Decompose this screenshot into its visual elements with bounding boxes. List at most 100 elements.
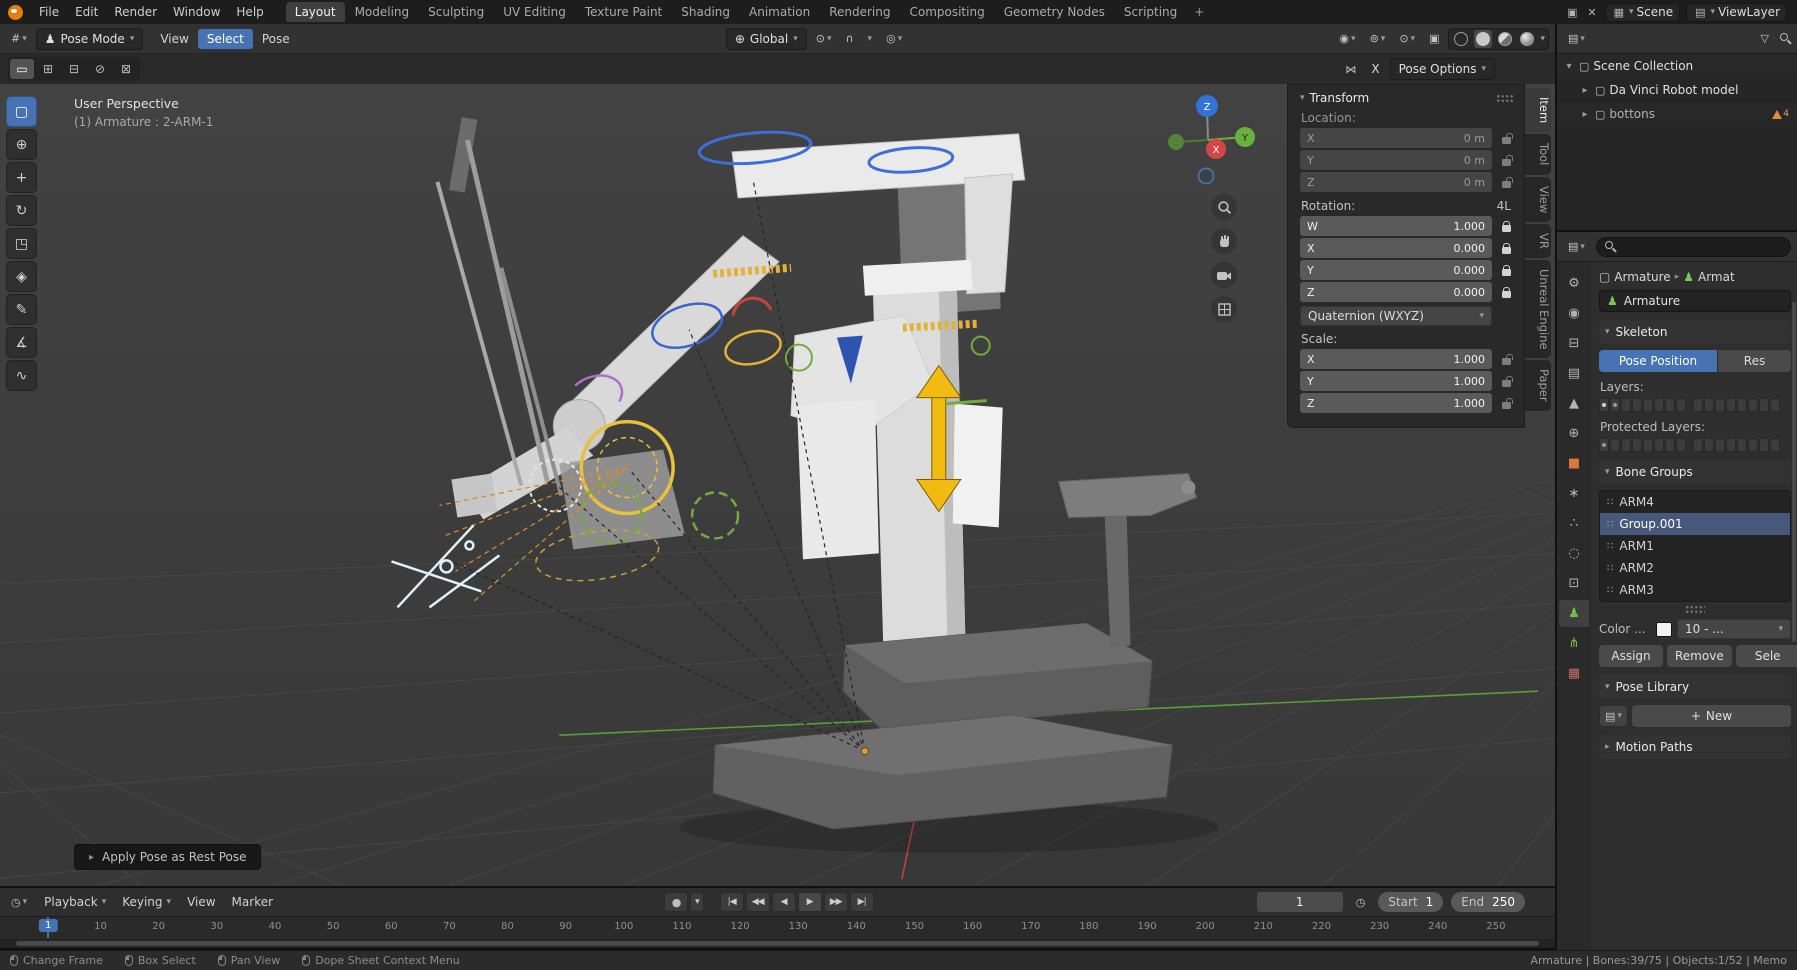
color-swatch[interactable] — [1656, 621, 1672, 637]
layer-cell[interactable] — [1610, 398, 1620, 412]
workspace-tab-sculpting[interactable]: Sculpting — [419, 2, 493, 22]
rotate-tool-icon[interactable]: ↻ — [6, 195, 37, 226]
layer-cell[interactable] — [1715, 398, 1725, 412]
properties-tab-object-icon[interactable]: ■ — [1559, 450, 1589, 477]
workspace-tab-geometry-nodes[interactable]: Geometry Nodes — [995, 2, 1114, 22]
sidebar-tab-paper[interactable]: Paper — [1525, 360, 1551, 411]
pan-hand-icon[interactable] — [1211, 228, 1237, 254]
properties-tab-constraints-icon[interactable]: ⊡ — [1559, 570, 1589, 597]
layer-cell[interactable] — [1726, 438, 1736, 452]
view-layer-selector[interactable]: ▤ ▾ ViewLayer — [1686, 2, 1787, 22]
list-resize-grip[interactable] — [1685, 605, 1705, 613]
viewport-menu-select[interactable]: Select — [197, 28, 253, 49]
toggle-projection-icon[interactable] — [1211, 296, 1237, 322]
rotation-w-field[interactable]: W 1.000 — [1300, 216, 1492, 236]
pose-library-browse-button[interactable]: ▤ ▾ — [1599, 705, 1628, 727]
close-icon[interactable]: ✕ — [1585, 5, 1598, 20]
lock-icon[interactable] — [1498, 220, 1514, 232]
camera-view-icon[interactable] — [1211, 262, 1237, 288]
timeline-scrollbar[interactable] — [0, 939, 1555, 948]
layer-cell[interactable] — [1770, 398, 1780, 412]
rotation-z-field[interactable]: Z 0.000 — [1300, 282, 1492, 302]
menu-edit[interactable]: Edit — [67, 3, 106, 21]
add-workspace-button[interactable]: + — [1187, 2, 1211, 22]
xray-toggle[interactable]: ▣ — [1424, 30, 1444, 47]
outliner-display-mode-button[interactable]: ▤ ▾ — [1563, 30, 1590, 47]
scale-x-field[interactable]: X 1.000 — [1300, 349, 1492, 369]
workspace-tab-layout[interactable]: Layout — [285, 2, 345, 22]
outliner-item[interactable]: ▸ ▢ Da Vinci Robot model — [1557, 78, 1797, 102]
current-frame-field[interactable]: 1 — [1256, 892, 1343, 912]
layer-cell[interactable] — [1643, 398, 1653, 412]
pose-position-button[interactable]: Pose Position — [1599, 350, 1717, 372]
bone-group-item[interactable]: ∷ ARM4 — [1600, 491, 1790, 513]
timeline-ruler[interactable]: 1 10 20 30 40 50 60 70 80 90 100 110 120 130 140 150 160… — [0, 916, 1555, 948]
show-overlays-button[interactable]: ⊙ ▾ — [1394, 30, 1420, 47]
lock-icon[interactable] — [1498, 264, 1514, 276]
breadcrumb-data[interactable]: Armat — [1698, 270, 1735, 284]
menu-window[interactable]: Window — [165, 3, 228, 21]
layer-cell[interactable] — [1715, 438, 1725, 452]
sidebar-tab-tool[interactable]: Tool — [1525, 134, 1551, 175]
workspace-tab-rendering[interactable]: Rendering — [820, 2, 899, 22]
search-icon[interactable] — [1780, 33, 1791, 44]
bone-group-item[interactable]: ∷ ARM2 — [1600, 557, 1790, 579]
select-box-tool-icon[interactable]: ▢ — [6, 96, 37, 127]
mirror-x-icon[interactable]: ⋈ — [1340, 61, 1361, 78]
start-frame-field[interactable]: Start 1 — [1378, 892, 1444, 912]
workspace-tab-animation[interactable]: Animation — [740, 2, 819, 22]
location-x-field[interactable]: X0 m — [1300, 128, 1492, 148]
viewport-menu-pose[interactable]: Pose — [253, 29, 299, 49]
cursor-tool-icon[interactable]: ⊕ — [6, 129, 37, 160]
lock-icon[interactable] — [1498, 177, 1514, 188]
play-button[interactable]: ▶ — [797, 892, 822, 912]
layer-cell[interactable] — [1621, 438, 1631, 452]
layer-cell[interactable] — [1704, 398, 1714, 412]
expand-icon[interactable]: ▸ — [1579, 109, 1591, 120]
layer-cell[interactable] — [1770, 438, 1780, 452]
timeline-menu-marker[interactable]: Marker — [224, 892, 281, 912]
lock-icon[interactable] — [1498, 155, 1514, 166]
color-set-dropdown[interactable]: 10 - ... ▾ — [1677, 619, 1791, 639]
mode-selector[interactable]: ♟ Pose Mode ▾ — [35, 27, 144, 50]
properties-tab-physics-icon[interactable]: ◌ — [1559, 540, 1589, 567]
rotation-y-field[interactable]: Y 0.000 — [1300, 260, 1492, 280]
select-mode-subtract-icon[interactable]: ⊟ — [62, 59, 86, 79]
properties-search-field[interactable] — [1595, 236, 1791, 257]
layer-cell[interactable] — [1632, 398, 1642, 412]
zoom-icon[interactable] — [1211, 194, 1237, 220]
layer-cell[interactable] — [1654, 438, 1664, 452]
annotate-tool-icon[interactable]: ✎ — [6, 294, 37, 325]
timeline-menu-playback[interactable]: Playback ▾ — [36, 892, 114, 912]
preview-range-icon[interactable]: ◷ — [1351, 894, 1371, 911]
show-visibility-button[interactable]: ◉ ▾ — [1334, 30, 1360, 47]
workspace-tab-uv-editing[interactable]: UV Editing — [494, 2, 575, 22]
transform-panel-header[interactable]: ▾ Transform — [1300, 91, 1514, 105]
location-y-field[interactable]: Y0 m — [1300, 150, 1492, 170]
layer-cell[interactable] — [1759, 438, 1769, 452]
jump-start-button[interactable]: |◀ — [719, 892, 744, 912]
skeleton-panel-header[interactable]: ▾ Skeleton — [1599, 320, 1791, 344]
show-gizmo-button[interactable]: ⊚ ▾ — [1365, 30, 1391, 47]
chevron-down-icon[interactable]: ▾ — [1540, 34, 1545, 44]
layer-cell[interactable] — [1704, 438, 1714, 452]
bone-groups-panel-header[interactable]: ▾ Bone Groups — [1599, 460, 1791, 484]
properties-tab-modifiers-icon[interactable]: ∗ — [1559, 480, 1589, 507]
shading-material-button[interactable] — [1496, 30, 1514, 48]
select-mode-set-icon[interactable]: ▭ — [10, 59, 34, 79]
scale-tool-icon[interactable]: ◳ — [6, 228, 37, 259]
rest-position-button[interactable]: Res — [1718, 350, 1791, 372]
shading-solid-button[interactable] — [1474, 29, 1493, 48]
bone-group-item[interactable]: ∷ ARM3 — [1600, 579, 1790, 601]
blender-logo[interactable] — [8, 4, 23, 20]
timeline-editor-type-button[interactable]: ◷ ▾ — [6, 894, 32, 911]
scale-z-field[interactable]: Z 1.000 — [1300, 393, 1492, 413]
snap-toggle[interactable]: ∩ — [840, 30, 858, 47]
pivot-point-button[interactable]: ⊙ ▾ — [811, 30, 837, 47]
copy-screen-icon[interactable]: ▣ — [1565, 5, 1579, 20]
scale-y-field[interactable]: Y 1.000 — [1300, 371, 1492, 391]
layer-cell[interactable] — [1737, 438, 1747, 452]
sidebar-tab-vr[interactable]: VR — [1525, 223, 1551, 258]
remove-button[interactable]: Remove — [1667, 645, 1732, 667]
select-button[interactable]: Sele — [1735, 645, 1797, 667]
